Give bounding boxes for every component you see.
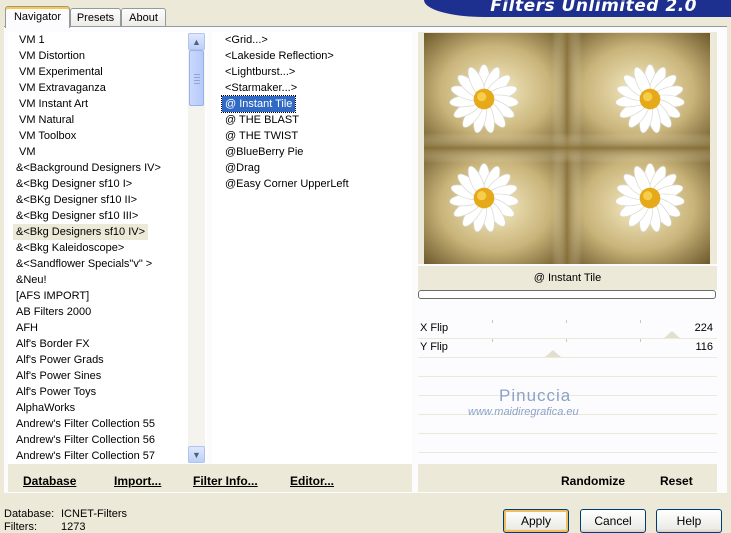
- param-row-y-flip[interactable]: Y Flip 116: [418, 339, 717, 358]
- filter-item[interactable]: @Easy Corner UpperLeft: [222, 176, 352, 192]
- chevron-down-icon: ▼: [192, 449, 201, 460]
- category-item[interactable]: Andrew's Filter Collection 55: [13, 416, 158, 432]
- filter-item[interactable]: <Starmaker...>: [222, 80, 300, 96]
- category-item[interactable]: AlphaWorks: [13, 400, 78, 416]
- category-item[interactable]: VM 1: [16, 32, 48, 48]
- category-item[interactable]: &<Bkg Designer sf10 I>: [13, 176, 135, 192]
- editor-button[interactable]: Editor...: [290, 474, 334, 488]
- category-item[interactable]: Alf's Power Toys: [13, 384, 99, 400]
- watermark-url: www.maidiregrafica.eu: [468, 406, 579, 418]
- filter-item[interactable]: @ Instant Tile: [220, 95, 297, 113]
- tab-about[interactable]: About: [121, 8, 166, 27]
- apply-button[interactable]: Apply: [503, 509, 569, 533]
- scroll-down-button[interactable]: ▼: [188, 446, 205, 463]
- category-item[interactable]: Alf's Power Grads: [13, 352, 107, 368]
- slider-handle[interactable]: [545, 350, 561, 357]
- category-item[interactable]: VM Experimental: [16, 64, 106, 80]
- preview-filter-name: @ Instant Tile: [418, 266, 717, 290]
- category-item[interactable]: &<Background Designers IV>: [13, 160, 164, 176]
- scroll-up-button[interactable]: ▲: [188, 33, 205, 50]
- filter-info-button[interactable]: Filter Info...: [193, 474, 258, 488]
- category-item[interactable]: &<Bkg Designer sf10 III>: [13, 208, 141, 224]
- database-label: Database:: [4, 508, 55, 520]
- filter-item[interactable]: @BlueBerry Pie: [222, 144, 306, 160]
- param-label: X Flip: [420, 322, 449, 334]
- randomize-button[interactable]: Randomize: [561, 474, 625, 488]
- category-item[interactable]: Alf's Border FX: [13, 336, 93, 352]
- param-value: 224: [694, 322, 713, 334]
- slider-handle[interactable]: [664, 331, 680, 338]
- scroll-thumb[interactable]: [189, 50, 204, 106]
- title-banner: Filters Unlimited 2.0: [424, 0, 731, 17]
- filter-item[interactable]: <Lakeside Reflection>: [222, 48, 337, 64]
- cancel-button[interactable]: Cancel: [580, 509, 646, 533]
- filters-count-label: Filters:: [4, 521, 37, 533]
- import-button[interactable]: Import...: [114, 474, 161, 488]
- category-item[interactable]: VM Toolbox: [16, 128, 79, 144]
- database-value: ICNET-Filters: [61, 508, 127, 520]
- tab-presets[interactable]: Presets: [70, 8, 121, 27]
- filter-item[interactable]: @Drag: [222, 160, 263, 176]
- category-item[interactable]: &<Bkg Kaleidoscope>: [13, 240, 127, 256]
- reset-button[interactable]: Reset: [660, 474, 693, 488]
- category-item[interactable]: &<BKg Designer sf10 II>: [13, 192, 140, 208]
- param-row-empty: [418, 434, 717, 453]
- param-row-x-flip[interactable]: X Flip 224: [418, 320, 717, 339]
- category-item[interactable]: VM: [16, 144, 39, 160]
- param-label: Y Flip: [420, 341, 448, 353]
- category-item[interactable]: VM Instant Art: [16, 96, 91, 112]
- category-item[interactable]: Andrew's Filter Collection 56: [13, 432, 158, 448]
- help-button[interactable]: Help: [656, 509, 722, 533]
- filter-item[interactable]: @ THE TWIST: [222, 128, 301, 144]
- category-item[interactable]: VM Natural: [16, 112, 77, 128]
- param-value: 116: [695, 341, 713, 353]
- preview-image: [424, 33, 710, 264]
- filter-item[interactable]: <Grid...>: [222, 32, 271, 48]
- chevron-up-icon: ▲: [192, 36, 201, 47]
- progress-bar: [418, 290, 716, 299]
- param-row-empty: [418, 358, 717, 377]
- category-item[interactable]: Alf's Power Sines: [13, 368, 104, 384]
- watermark-name: Pinuccia: [499, 386, 572, 405]
- tab-navigator[interactable]: Navigator: [5, 6, 70, 28]
- category-item[interactable]: AB Filters 2000: [13, 304, 94, 320]
- filter-list[interactable]: <Grid...> <Lakeside Reflection> <Lightburs…: [212, 32, 412, 464]
- filters-count-value: 1273: [61, 521, 86, 533]
- app-title: Filters Unlimited 2.0: [490, 0, 697, 16]
- database-button[interactable]: Database: [23, 474, 76, 488]
- category-item[interactable]: AFH: [13, 320, 41, 336]
- category-item[interactable]: [AFS IMPORT]: [13, 288, 92, 304]
- filter-item[interactable]: @ THE BLAST: [222, 112, 302, 128]
- category-item[interactable]: Andrew's Filter Collection 57: [13, 448, 158, 464]
- category-item[interactable]: VM Extravaganza: [16, 80, 109, 96]
- category-item[interactable]: &<Sandflower Specials"v" >: [13, 256, 155, 272]
- category-list[interactable]: VM 1 VM Distortion VM Experimental VM Extra…: [8, 32, 207, 464]
- category-item[interactable]: &Neu!: [13, 272, 50, 288]
- category-item[interactable]: &<Bkg Designers sf10 IV>: [13, 224, 149, 240]
- category-item[interactable]: VM Distortion: [16, 48, 88, 64]
- filter-item[interactable]: <Lightburst...>: [222, 64, 298, 80]
